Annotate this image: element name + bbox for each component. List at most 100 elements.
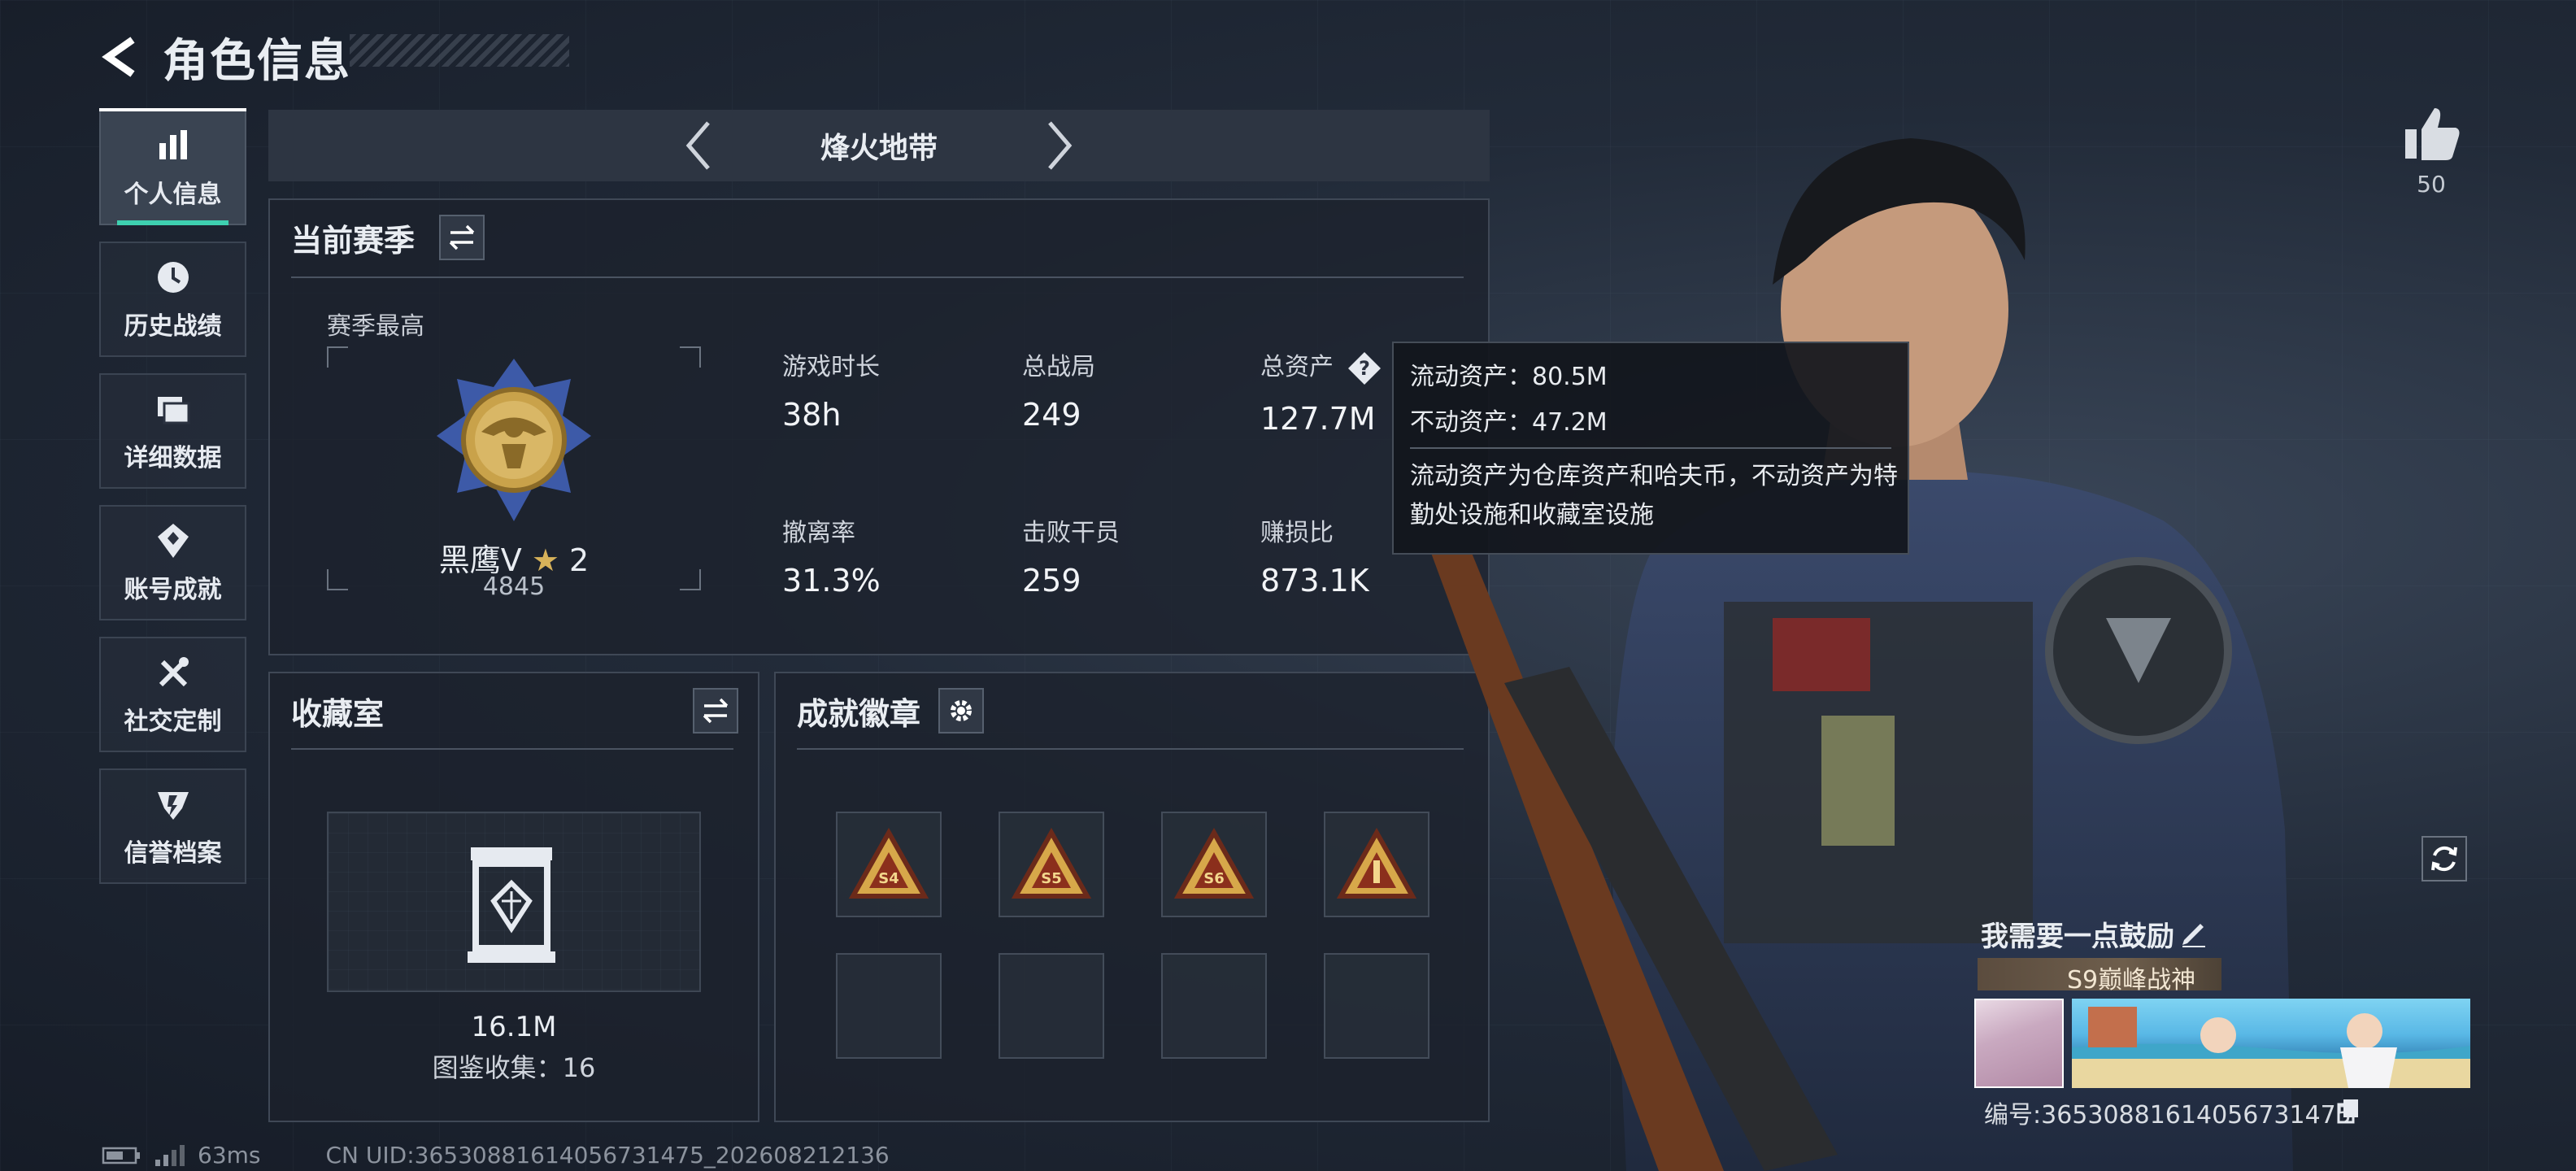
chevron-left-icon xyxy=(685,121,710,170)
stat-label: 撤离率 xyxy=(782,519,855,547)
frame-corner xyxy=(680,346,701,368)
badge-slot[interactable]: S5 xyxy=(999,812,1104,917)
sidebar-item-reputation[interactable]: 信誉档案 xyxy=(99,768,246,884)
display-case-icon xyxy=(468,847,555,963)
gear-icon xyxy=(951,700,973,721)
header: 角色信息 xyxy=(98,24,351,89)
mode-prev-button[interactable] xyxy=(674,117,723,174)
season-best-label: 赛季最高 xyxy=(327,312,424,341)
stat-label: 击败干员 xyxy=(1022,519,1120,547)
sidebar-item-achievements[interactable]: 账号成就 xyxy=(99,505,246,620)
collection-count: 图鉴收集：16 xyxy=(432,1052,596,1083)
like-count: 50 xyxy=(2417,171,2446,198)
badge-label: S6 xyxy=(1203,870,1225,887)
collection-card[interactable] xyxy=(327,812,701,992)
badge-label: S4 xyxy=(878,870,899,887)
refresh-icon xyxy=(2431,846,2457,872)
sidebar-item-personal-info[interactable]: 个人信息 xyxy=(99,108,246,225)
copy-icon xyxy=(2337,1099,2358,1124)
battery-icon xyxy=(102,1147,140,1164)
stat-value: 259 xyxy=(1022,563,1081,599)
stat-total-matches: 总战局 249 xyxy=(1022,346,1095,433)
switch-collection-button[interactable] xyxy=(693,688,738,734)
divider xyxy=(291,748,733,750)
rank-display: 黑鹰Ⅴ ★ 2 4845 xyxy=(327,346,701,601)
pencil-icon xyxy=(2182,924,2205,947)
signal-icon xyxy=(155,1144,185,1166)
folder-icon xyxy=(157,397,189,424)
frame-corner xyxy=(327,346,348,368)
copy-id-button[interactable] xyxy=(2335,1098,2361,1124)
stat-play-time: 游戏时长 38h xyxy=(782,346,880,433)
stat-profit-loss: 赚损比 873.1K xyxy=(1260,512,1369,599)
stat-label: 游戏时长 xyxy=(782,353,880,381)
tooltip-liquid-assets: 流动资产：80.5M xyxy=(1410,363,1608,391)
badge-slot-empty[interactable] xyxy=(836,953,942,1059)
divider xyxy=(797,748,1464,750)
mode-selector: 烽火地带 xyxy=(268,110,1490,181)
badge-slot-empty[interactable] xyxy=(1161,953,1267,1059)
sidebar-item-label: 信誉档案 xyxy=(124,839,222,868)
stat-value: 249 xyxy=(1022,397,1081,433)
profile-banner[interactable] xyxy=(2072,999,2470,1088)
back-button[interactable] xyxy=(98,33,146,81)
title-badge-label: S9巅峰战神 xyxy=(2067,966,2196,995)
sidebar-item-label: 社交定制 xyxy=(124,707,222,736)
stat-total-assets: 总资产 ? 127.7M xyxy=(1260,346,1382,437)
help-icon[interactable]: ? xyxy=(1347,350,1382,386)
badge-s4-icon: S4 xyxy=(848,828,929,899)
reputation-icon xyxy=(157,792,189,820)
edit-slogan-button[interactable] xyxy=(2178,916,2210,948)
assets-tooltip: 流动资产：80.5M 不动资产：47.2M 流动资产为仓库资产和哈夫币，不动资产… xyxy=(1392,342,1909,555)
player-id: 编号:3653088161405673147​5 xyxy=(1984,1101,2352,1130)
stat-value: 31.3% xyxy=(782,563,881,599)
achievement-settings-button[interactable] xyxy=(938,688,985,734)
title-decoration xyxy=(350,34,569,67)
swap-icon xyxy=(703,698,729,724)
season-title: 当前赛季 xyxy=(291,222,416,259)
stat-label: 赚损比 xyxy=(1260,519,1334,547)
divider xyxy=(291,276,1464,278)
stat-label-text: 总资产 xyxy=(1260,353,1334,381)
badge-s5-icon: S5 xyxy=(1011,828,1092,899)
avatar[interactable] xyxy=(1974,999,2064,1088)
season-panel-header: 当前赛季 xyxy=(291,215,485,260)
banner-illustration xyxy=(2072,1007,2470,1088)
ping-value: 63ms xyxy=(198,1142,261,1169)
badge-slot[interactable]: S4 xyxy=(836,812,942,917)
badge-slot[interactable]: S6 xyxy=(1161,812,1267,917)
bar-chart-icon xyxy=(159,130,187,159)
sidebar-item-label: 历史战绩 xyxy=(124,312,222,341)
stat-label: 总战局 xyxy=(1022,353,1095,381)
sidebar-item-label: 个人信息 xyxy=(124,181,222,209)
season-panel: 当前赛季 赛季最高 黑鹰Ⅴ ★ 2 4845 游戏时长 38h 总战局 249 … xyxy=(268,198,1490,655)
sidebar-item-history[interactable]: 历史战绩 xyxy=(99,242,246,357)
clock-icon xyxy=(157,262,189,293)
stat-kills: 击败干员 259 xyxy=(1022,512,1120,599)
swap-icon xyxy=(449,224,475,250)
title-badge[interactable]: S9巅峰战神 xyxy=(1978,958,2221,995)
collection-panel: 收藏室 16.1M 图鉴收集：16 xyxy=(268,672,759,1122)
stat-value: 38h xyxy=(782,397,842,433)
badge-slot-empty[interactable] xyxy=(999,953,1104,1059)
switch-season-button[interactable] xyxy=(439,215,485,260)
mode-name: 烽火地带 xyxy=(820,132,938,165)
svg-text:?: ? xyxy=(1359,357,1370,380)
tools-icon xyxy=(159,657,189,687)
like-button[interactable] xyxy=(2399,102,2464,167)
sidebar-item-details[interactable]: 详细数据 xyxy=(99,373,246,489)
stat-value: 873.1K xyxy=(1260,563,1369,599)
sidebar-item-label: 账号成就 xyxy=(124,576,222,604)
stat-extract-rate: 撤离率 31.3% xyxy=(782,512,881,599)
collection-value: 16.1M xyxy=(471,1011,557,1043)
refresh-button[interactable] xyxy=(2422,836,2467,882)
status-footer: 63ms CN UID:36530881614056731475_2026082… xyxy=(102,1142,890,1169)
achievements-panel-header: 成就徽章 xyxy=(797,688,985,734)
page-title: 角色信息 xyxy=(163,34,351,88)
sidebar-item-social[interactable]: 社交定制 xyxy=(99,637,246,752)
badge-s6-icon: S6 xyxy=(1173,828,1255,899)
achievements-title: 成就徽章 xyxy=(797,695,921,732)
achievement-icon xyxy=(157,524,189,558)
mode-next-button[interactable] xyxy=(1035,117,1084,174)
uid-text: CN UID:36530881614056731475_202608212136 xyxy=(325,1142,890,1169)
